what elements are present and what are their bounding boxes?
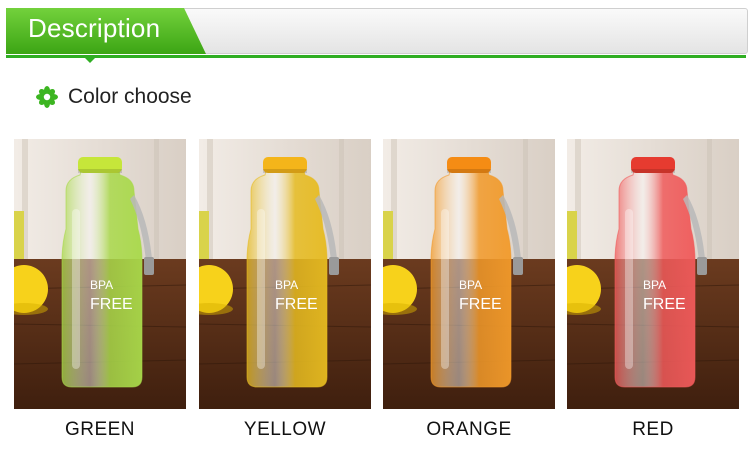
bottle-print-text: BPA xyxy=(275,278,298,292)
bottle-print-text: FREE xyxy=(459,296,502,313)
color-caption-green: GREEN xyxy=(64,419,136,440)
bottle-print-text: FREE xyxy=(90,296,133,313)
bottle-photo-red: BPA FREE xyxy=(567,139,739,409)
divider-notch xyxy=(84,57,96,63)
divider xyxy=(6,55,746,58)
bottle-photo-green: BPA FREE xyxy=(14,139,186,409)
color-caption-red: RED xyxy=(632,419,674,440)
section-heading: Color choose xyxy=(36,83,192,111)
color-caption-orange: ORANGE xyxy=(426,419,512,440)
flower-icon xyxy=(36,86,58,108)
bottle-print-text: BPA xyxy=(643,278,666,292)
bottle-photo-orange: BPA FREE xyxy=(383,139,555,409)
bottle-print-text: FREE xyxy=(643,296,686,313)
bottle-print-text: BPA xyxy=(459,278,482,292)
bottle-print-text: BPA xyxy=(90,278,113,292)
page-title: Description xyxy=(28,13,161,43)
bottle-photo-yellow: BPA FREE xyxy=(199,139,371,409)
bottle-print-text: FREE xyxy=(275,296,318,313)
section-label: Color choose xyxy=(68,85,192,108)
color-caption-yellow: YELLOW xyxy=(243,419,327,440)
